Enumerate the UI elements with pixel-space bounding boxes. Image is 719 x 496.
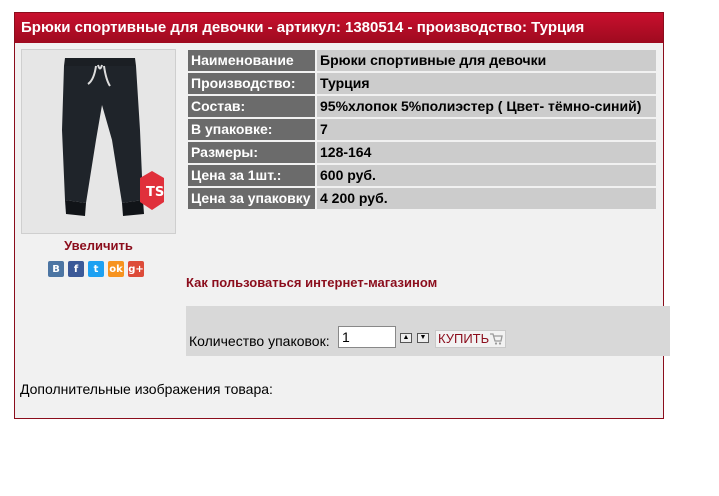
property-row: Размеры: 128-164 bbox=[188, 142, 656, 163]
vk-icon[interactable]: B bbox=[48, 261, 64, 277]
quantity-label: Количество упаковок: bbox=[189, 333, 330, 349]
howto-link[interactable]: Как пользоваться интернет-магазином bbox=[186, 275, 437, 290]
property-row: Состав: 95%хлопок 5%полиэстер ( Цвет- тём… bbox=[188, 96, 656, 117]
property-row: В упаковке: 7 bbox=[188, 119, 656, 140]
property-row: Производство: Турция bbox=[188, 73, 656, 94]
buy-button[interactable]: КУПИТЬ bbox=[435, 330, 507, 348]
property-key: Производство: bbox=[188, 73, 315, 94]
odnoklassniki-icon[interactable]: ok bbox=[108, 261, 124, 277]
property-value: Турция bbox=[317, 73, 656, 94]
property-key: Размеры: bbox=[188, 142, 315, 163]
quantity-input[interactable] bbox=[338, 326, 396, 348]
buy-box: Количество упаковок: ▲ ▼ КУПИТЬ bbox=[186, 306, 670, 356]
property-key: Состав: bbox=[188, 96, 315, 117]
property-value: Брюки спортивные для девочки bbox=[317, 50, 656, 71]
zoom-link[interactable]: Увеличить bbox=[21, 238, 176, 253]
buy-button-label: КУПИТЬ bbox=[438, 331, 490, 346]
cart-icon bbox=[490, 333, 503, 345]
extra-images-label: Дополнительные изображения товара: bbox=[20, 381, 273, 397]
property-value: 95%хлопок 5%полиэстер ( Цвет- тёмно-сини… bbox=[317, 96, 656, 117]
property-key: Цена за 1шт.: bbox=[188, 165, 315, 186]
increment-button[interactable]: ▲ bbox=[400, 333, 412, 343]
product-header: Брюки спортивные для девочки - артикул: … bbox=[15, 13, 663, 43]
property-key: Наименование bbox=[188, 50, 315, 71]
google-plus-icon[interactable]: g+ bbox=[128, 261, 144, 277]
property-row: Цена за упаковку 4 200 руб. bbox=[188, 188, 656, 209]
product-photo[interactable]: TS bbox=[21, 49, 176, 234]
property-row: Наименование Брюки спортивные для девочки bbox=[188, 50, 656, 71]
property-value: 128-164 bbox=[317, 142, 656, 163]
property-value: 600 руб. bbox=[317, 165, 656, 186]
property-key: В упаковке: bbox=[188, 119, 315, 140]
product-panel: Брюки спортивные для девочки - артикул: … bbox=[14, 12, 670, 419]
facebook-icon[interactable]: f bbox=[68, 261, 84, 277]
property-row: Цена за 1шт.: 600 руб. bbox=[188, 165, 656, 186]
property-key: Цена за упаковку bbox=[188, 188, 315, 209]
property-value: 7 bbox=[317, 119, 656, 140]
brand-logo-text: TS bbox=[146, 185, 164, 200]
decrement-button[interactable]: ▼ bbox=[417, 333, 429, 343]
product-properties-table: Наименование Брюки спортивные для девочки… bbox=[186, 48, 658, 211]
social-share-bar: Bf t ok g+ bbox=[48, 261, 144, 277]
twitter-icon[interactable]: t bbox=[88, 261, 104, 277]
property-value: 4 200 руб. bbox=[317, 188, 656, 209]
